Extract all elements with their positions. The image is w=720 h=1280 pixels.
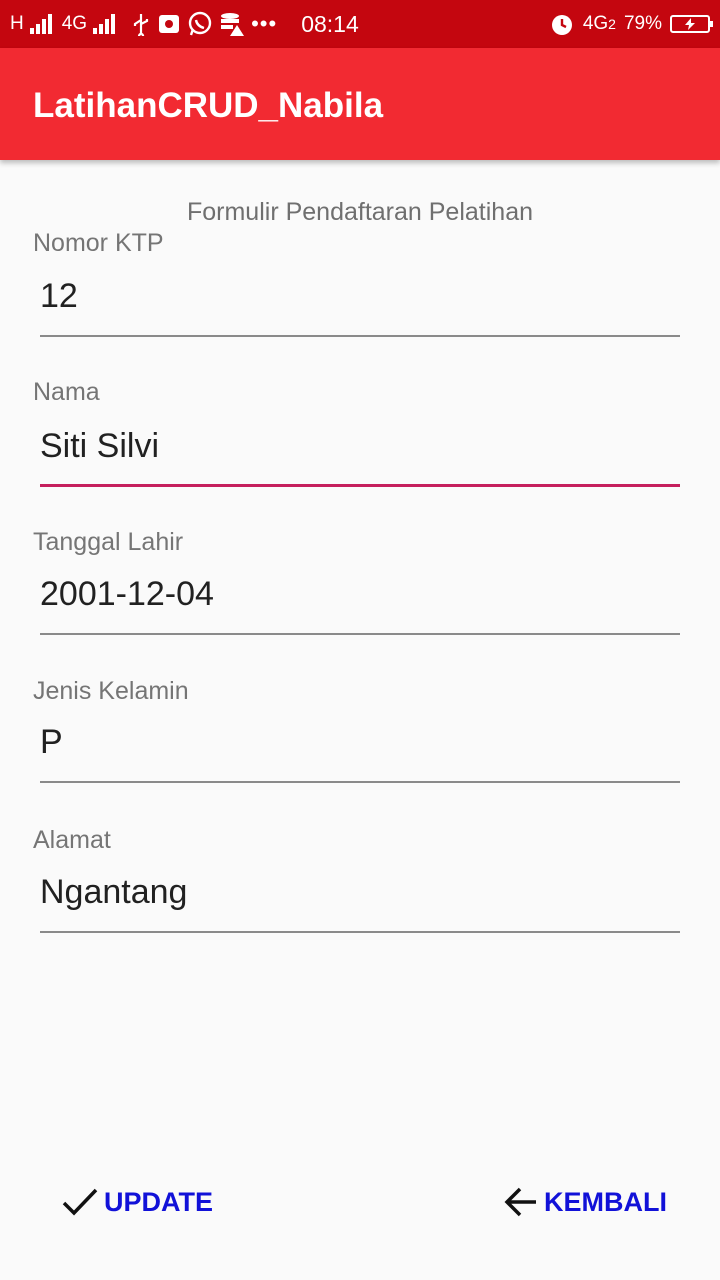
battery-charging-icon xyxy=(670,15,713,33)
network-4g-label: 4G xyxy=(61,13,88,34)
field-underline-focused xyxy=(40,484,680,487)
status-bar: H 4G ••• 08:14 4G 2 79% xyxy=(0,0,720,48)
field-underline xyxy=(40,781,680,783)
field-label-tanggal-lahir: Tanggal Lahir xyxy=(33,528,184,556)
jenis-kelamin-value: P xyxy=(40,723,63,761)
storage-warning-icon xyxy=(221,13,245,36)
kembali-button-label: KEMBALI xyxy=(544,1186,667,1217)
jenis-kelamin-field[interactable]: P xyxy=(40,723,680,783)
nomor-ktp-value: 12 xyxy=(40,277,78,315)
update-button-label: UPDATE xyxy=(104,1186,214,1217)
alarm-icon xyxy=(551,15,572,35)
update-button[interactable]: UPDATE xyxy=(62,1180,213,1224)
check-icon xyxy=(62,1188,98,1216)
network-4g2-label: 4G 2 xyxy=(582,13,616,34)
nama-field[interactable]: Siti Silvi xyxy=(40,427,680,487)
signal-icon xyxy=(93,14,116,34)
nama-value: Siti Silvi xyxy=(40,427,160,465)
arrow-left-icon xyxy=(504,1187,536,1217)
app-title: LatihanCRUD_Nabila xyxy=(33,86,384,125)
field-underline xyxy=(40,335,680,337)
field-label-nama: Nama xyxy=(33,378,100,406)
signal-icon xyxy=(29,14,52,34)
battery-percent: 79% xyxy=(623,13,662,34)
app-bar: LatihanCRUD_Nabila xyxy=(0,48,720,160)
kembali-button[interactable]: KEMBALI xyxy=(504,1180,667,1224)
tanggal-lahir-value: 2001-12-04 xyxy=(40,575,214,613)
network-type-label: H xyxy=(10,13,24,34)
status-bar-left: H 4G ••• 08:14 xyxy=(10,0,359,48)
form-title: Formulir Pendaftaran Pelatihan xyxy=(186,198,534,226)
alamat-field[interactable]: Ngantang xyxy=(40,873,680,933)
field-label-nomor-ktp: Nomor KTP xyxy=(33,229,164,257)
status-bar-right: 4G 2 79% xyxy=(549,0,713,48)
field-label-jenis-kelamin: Jenis Kelamin xyxy=(33,677,189,705)
whatsapp-icon xyxy=(188,11,212,36)
field-underline xyxy=(40,633,680,635)
tanggal-lahir-field[interactable]: 2001-12-04 xyxy=(40,575,680,635)
status-time: 08:14 xyxy=(301,10,359,37)
nomor-ktp-field[interactable]: 12 xyxy=(40,277,680,337)
photo-icon xyxy=(159,15,180,33)
field-underline xyxy=(40,931,680,933)
field-label-alamat: Alamat xyxy=(33,826,111,854)
usb-icon xyxy=(133,14,149,36)
alamat-value: Ngantang xyxy=(40,873,188,911)
more-dots-icon: ••• xyxy=(251,11,278,36)
